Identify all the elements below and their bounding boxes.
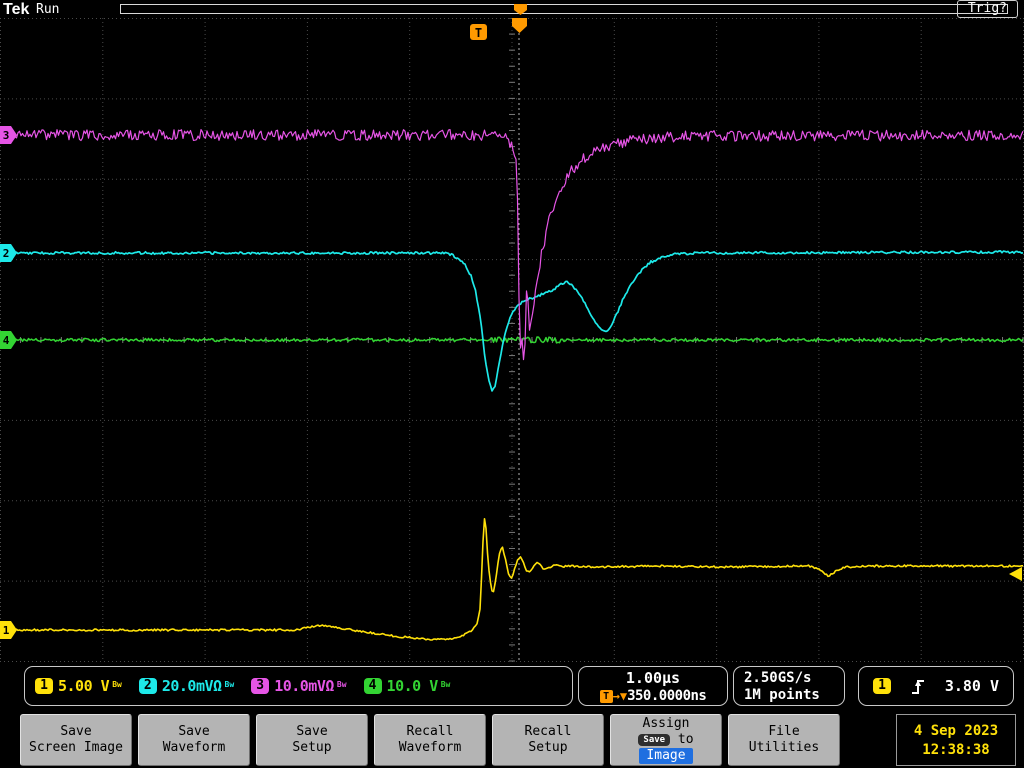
acquisition-readout-box: 2.50GS/s 1M points: [733, 666, 845, 706]
waveform-ch3: [0, 129, 1024, 361]
ch3-marker-label: 3: [3, 129, 10, 142]
trigger-status-badge: Trig?: [956, 0, 1018, 18]
ch3-ground-marker[interactable]: 3: [0, 126, 17, 144]
ch2-badge[interactable]: 2: [138, 678, 157, 694]
save-setup-button[interactable]: Save Setup: [256, 714, 368, 766]
waveform-svg: 3 2 4 1 T: [0, 18, 1024, 662]
ch1-ground-marker[interactable]: 1: [0, 621, 17, 639]
sample-rate-value: 2.50GS/s: [744, 670, 812, 686]
save-screen-image-button[interactable]: Save Screen Image: [20, 714, 132, 766]
readout-row: 1 5.00 V Bw 2 20.0mVΩ Bw 3 10.0mVΩ Bw 4 …: [0, 663, 1024, 711]
ch4-scale-value: 10.0 V: [386, 677, 439, 695]
trigger-delay-value: 350.0000ns: [627, 688, 707, 704]
trigger-position-readout: T →▼350.0000ns: [579, 687, 727, 704]
ch2-ground-marker[interactable]: 2: [0, 244, 17, 262]
ch1-marker-label: 1: [3, 624, 10, 637]
ch3-badge[interactable]: 3: [251, 678, 270, 694]
recall-waveform-button[interactable]: Recall Waveform: [374, 714, 486, 766]
trigger-level-value: 3.80 V: [944, 677, 999, 695]
datetime-panel: 4 Sep 2023 12:38:38: [896, 714, 1016, 766]
softkey-menu: Save Screen Image Save Waveform Save Set…: [0, 712, 1024, 768]
trigger-source-badge[interactable]: 1: [873, 678, 891, 694]
acquisition-status: Run: [36, 2, 60, 17]
trigger-t-badge[interactable]: T: [470, 24, 487, 40]
ch4-ground-marker[interactable]: 4: [0, 331, 17, 349]
ch1-scale-value: 5.00 V: [58, 677, 110, 695]
horizontal-readout-box: 1.00μs T →▼350.0000ns: [578, 666, 728, 706]
timebase-value: 1.00μs: [625, 669, 681, 687]
ch2-scale-value: 20.0mVΩ: [161, 677, 222, 695]
tek-logo: Tek: [3, 1, 30, 18]
ch1-badge[interactable]: 1: [35, 678, 53, 694]
record-trigger-marker[interactable]: [514, 4, 527, 15]
time-value: 12:38:38: [922, 741, 990, 758]
record-view-bar[interactable]: [120, 4, 1008, 15]
ch3-scale-value: 10.0mVΩ: [274, 677, 334, 695]
ch1-readout: 1 5.00 V Bw: [35, 677, 122, 695]
rising-edge-slope-icon: [911, 680, 924, 694]
status-bar: Tek Run Trig?: [0, 0, 1024, 18]
save-waveform-button[interactable]: Save Waveform: [138, 714, 250, 766]
ch2-marker-label: 2: [3, 247, 10, 260]
ch3-readout: 3 10.0mVΩ Bw: [251, 677, 347, 695]
trigger-t-badge-label: T: [475, 26, 482, 40]
trigger-t-icon: T: [599, 690, 613, 703]
trigger-readout-box: 1 3.80 V: [858, 666, 1014, 706]
ch4-readout: 4 10.0 V Bw: [363, 677, 451, 695]
ch2-bandwidth-icon: Bw: [224, 680, 235, 689]
ch3-bandwidth-icon: Bw: [336, 680, 347, 689]
ch4-bandwidth-icon: Bw: [440, 680, 451, 689]
date-value: 4 Sep 2023: [913, 722, 999, 739]
assign-target-highlight: Image: [639, 748, 693, 764]
ch1-bandwidth-icon: Bw: [112, 680, 122, 689]
ch4-marker-label: 4: [3, 334, 10, 347]
waveform-ch1: [0, 518, 1023, 641]
record-length-value: 1M points: [744, 687, 820, 703]
trigger-arrow-icon: →▼: [612, 689, 628, 703]
trigger-top-flag-icon[interactable]: [512, 18, 527, 33]
ch2-readout: 2 20.0mVΩ Bw: [138, 677, 235, 695]
recall-setup-button[interactable]: Recall Setup: [492, 714, 604, 766]
save-key-icon: Save: [638, 734, 671, 746]
assign-save-button[interactable]: Assign Save to Image: [610, 714, 722, 766]
trigger-level-marker[interactable]: [1009, 567, 1022, 581]
ch4-badge[interactable]: 4: [363, 678, 382, 694]
vertical-readouts-box: 1 5.00 V Bw 2 20.0mVΩ Bw 3 10.0mVΩ Bw 4 …: [24, 666, 573, 706]
file-utilities-button[interactable]: File Utilities: [728, 714, 840, 766]
waveform-ch2: [0, 250, 1024, 392]
